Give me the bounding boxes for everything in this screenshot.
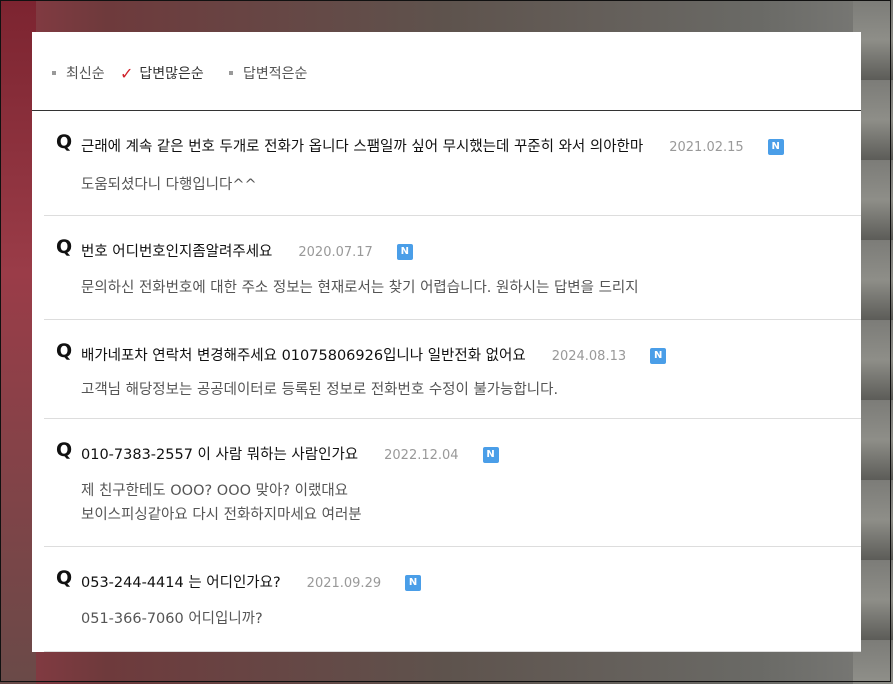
- new-badge: N: [482, 447, 499, 463]
- sort-latest[interactable]: 최신순: [52, 63, 105, 83]
- q-mark: Q: [56, 131, 73, 153]
- qa-panel: 최신순 ✓ 답변많은순 답변적은순 Q 근래에 계속 같은 번호 두개로 전화가…: [32, 32, 861, 652]
- q-mark: Q: [56, 340, 73, 362]
- answer-line: 도움되셨다니 다행입니다^^: [81, 177, 257, 193]
- answer-text: 제 친구한테도 OOO? OOO 맞아? 이랬대요 보이스피싱같아요 다시 전화…: [81, 479, 362, 527]
- question-date: 2020.07.17: [298, 245, 373, 260]
- question-date: 2024.08.13: [551, 349, 627, 364]
- question-date: 2021.09.29: [306, 576, 382, 591]
- question-title[interactable]: 근래에 계속 같은 번호 두개로 전화가 옵니다 스팸일까 싶어 무시했는데 꾸…: [81, 135, 784, 156]
- qa-item[interactable]: Q 근래에 계속 같은 번호 두개로 전화가 옵니다 스팸일까 싶어 무시했는데…: [44, 111, 861, 216]
- q-mark: Q: [56, 439, 73, 461]
- question-date: 2022.12.04: [384, 448, 459, 463]
- question-title[interactable]: 배가네포차 연락처 변경해주세요 01075806926입니나 일반전화 없어요…: [81, 344, 667, 365]
- sort-latest-label: 최신순: [66, 66, 105, 82]
- background-left: [0, 0, 36, 684]
- q-mark: Q: [56, 236, 73, 258]
- new-badge: N: [650, 348, 667, 364]
- sort-fewest-answers[interactable]: 답변적은순: [229, 63, 307, 83]
- qa-item[interactable]: Q 배가네포차 연락처 변경해주세요 01075806926입니나 일반전화 없…: [44, 320, 861, 419]
- question-text: 근래에 계속 같은 번호 두개로 전화가 옵니다 스팸일까 싶어 무시했는데 꾸…: [81, 139, 644, 155]
- question-title[interactable]: 010-7383-2557 이 사람 뭐하는 사람인가요 2022.12.04 N: [81, 443, 499, 464]
- q-mark: Q: [56, 567, 73, 589]
- answer-text: 문의하신 전화번호에 대한 주소 정보는 현재로서는 찾기 어렵습니다. 원하시…: [81, 276, 639, 300]
- new-badge: N: [767, 139, 784, 155]
- question-title[interactable]: 번호 어디번호인지좀알려주세요 2020.07.17 N: [81, 240, 413, 261]
- new-badge: N: [396, 244, 413, 260]
- sort-bar: 최신순 ✓ 답변많은순 답변적은순: [32, 32, 861, 111]
- answer-text: 고객님 해당정보는 공공데이터로 등록된 정보로 전화번호 수정이 불가능합니다…: [81, 378, 558, 402]
- answer-line: 051-366-7060 어디입니까?: [81, 611, 263, 627]
- answer-text: 도움되셨다니 다행입니다^^: [81, 173, 257, 197]
- qa-item[interactable]: Q 053-244-4414 는 어디인가요? 2021.09.29 N 051-3…: [44, 547, 861, 652]
- answer-text: 051-366-7060 어디입니까?: [81, 607, 263, 631]
- sort-most-answers-label: 답변많은순: [139, 66, 204, 82]
- question-text: 배가네포차 연락처 변경해주세요 01075806926입니나 일반전화 없어요: [81, 348, 526, 364]
- answer-line: 문의하신 전화번호에 대한 주소 정보는 현재로서는 찾기 어렵습니다. 원하시…: [81, 280, 639, 296]
- sort-fewest-answers-label: 답변적은순: [243, 66, 308, 82]
- bullet-icon: [229, 71, 233, 75]
- qa-item[interactable]: Q 010-7383-2557 이 사람 뭐하는 사람인가요 2022.12.04…: [44, 419, 861, 547]
- question-date: 2021.02.15: [669, 140, 744, 155]
- new-badge: N: [405, 575, 422, 591]
- question-text: 053-244-4414 는 어디인가요?: [81, 575, 281, 591]
- answer-line: 보이스피싱같아요 다시 전화하지마세요 여러분: [81, 507, 362, 523]
- question-text: 010-7383-2557 이 사람 뭐하는 사람인가요: [81, 447, 359, 463]
- answer-line: 제 친구한테도 OOO? OOO 맞아? 이랬대요: [81, 483, 348, 499]
- bullet-icon: [52, 71, 56, 75]
- question-title[interactable]: 053-244-4414 는 어디인가요? 2021.09.29 N: [81, 571, 422, 592]
- question-text: 번호 어디번호인지좀알려주세요: [81, 244, 273, 260]
- check-icon: ✓: [120, 63, 134, 83]
- answer-line: 고객님 해당정보는 공공데이터로 등록된 정보로 전화번호 수정이 불가능합니다…: [81, 382, 559, 398]
- sort-most-answers[interactable]: ✓ 답변많은순: [120, 63, 204, 83]
- qa-item[interactable]: Q 번호 어디번호인지좀알려주세요 2020.07.17 N 문의하신 전화번호에 …: [44, 216, 861, 320]
